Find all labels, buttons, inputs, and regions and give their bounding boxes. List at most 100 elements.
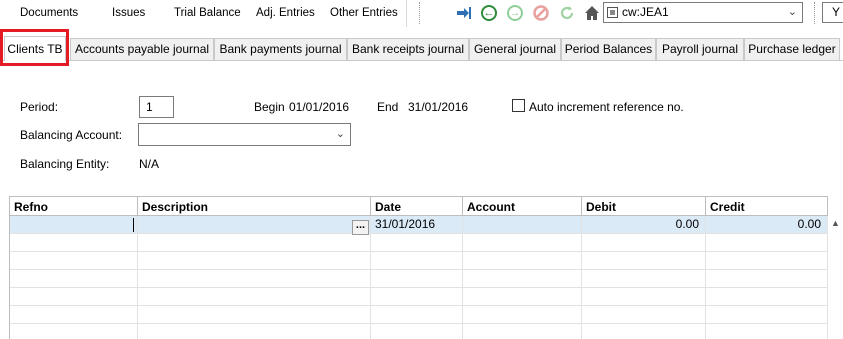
empty-cell[interactable] <box>10 270 138 288</box>
empty-cell[interactable] <box>706 324 828 339</box>
empty-cell[interactable] <box>463 270 582 288</box>
stop-icon[interactable] <box>532 4 550 22</box>
menu-divider <box>406 0 407 27</box>
tab-general-journal[interactable]: General journal <box>469 38 561 60</box>
chevron-down-icon: ⌄ <box>787 6 797 18</box>
empty-cell[interactable] <box>10 288 138 306</box>
tab-period-balances[interactable]: Period Balances <box>561 38 656 60</box>
journal-grid: Refno Description Date Account Debit Cre… <box>9 196 828 339</box>
cell-account[interactable] <box>463 216 582 234</box>
tab-clients-tb[interactable]: Clients TB <box>4 36 66 61</box>
toolbar-grip <box>419 2 428 24</box>
empty-cell[interactable] <box>138 270 371 288</box>
auto-increment-checkbox[interactable] <box>512 99 525 112</box>
column-header-description[interactable]: Description <box>138 196 371 216</box>
empty-cell[interactable] <box>582 234 706 252</box>
empty-row[interactable] <box>10 288 828 306</box>
empty-cell[interactable] <box>371 252 463 270</box>
cell-refno[interactable] <box>10 216 138 234</box>
begin-date: 01/01/2016 <box>289 100 350 114</box>
empty-cell[interactable] <box>10 324 138 339</box>
empty-cell[interactable] <box>371 270 463 288</box>
empty-cell[interactable] <box>138 252 371 270</box>
begin-label: Begin <box>254 100 285 114</box>
column-header-date[interactable]: Date <box>371 196 463 216</box>
empty-cell[interactable] <box>463 234 582 252</box>
balancing-account-label: Balancing Account: <box>20 128 123 142</box>
chevron-down-icon: ⌄ <box>335 128 345 140</box>
cell-credit[interactable]: 0.00 <box>706 216 828 234</box>
empty-cell[interactable] <box>582 324 706 339</box>
empty-cell[interactable] <box>371 234 463 252</box>
location-dropdown[interactable]: cw:JEA1 ⌄ <box>603 2 803 23</box>
menu-trial-balance[interactable]: Trial Balance <box>174 0 241 27</box>
cell-description[interactable] <box>138 216 371 234</box>
empty-cell[interactable] <box>582 306 706 324</box>
top-menu-bar: Documents Issues Trial Balance Adj. Entr… <box>0 0 843 28</box>
empty-cell[interactable] <box>706 288 828 306</box>
toolbar-grip-2 <box>814 2 819 24</box>
tab-accounts-payable-journal[interactable]: Accounts payable journal <box>70 38 214 60</box>
balancing-entity-value: N/A <box>139 157 160 171</box>
empty-cell[interactable] <box>371 288 463 306</box>
empty-cell[interactable] <box>706 270 828 288</box>
empty-cell[interactable] <box>706 234 828 252</box>
forward-icon[interactable]: → <box>506 4 524 22</box>
empty-row[interactable] <box>10 306 828 324</box>
import-arrow-icon[interactable] <box>455 4 473 22</box>
empty-cell[interactable] <box>138 288 371 306</box>
menu-issues[interactable]: Issues <box>112 0 145 27</box>
empty-row[interactable] <box>10 234 828 252</box>
menu-documents[interactable]: Documents <box>20 0 78 27</box>
empty-cell[interactable] <box>10 252 138 270</box>
empty-cell[interactable] <box>463 288 582 306</box>
location-value: cw:JEA1 <box>622 5 669 19</box>
column-header-account[interactable]: Account <box>463 196 582 216</box>
period-label: Period: <box>20 100 59 114</box>
menu-adj-entries[interactable]: Adj. Entries <box>256 0 315 27</box>
empty-cell[interactable] <box>463 252 582 270</box>
empty-cell[interactable] <box>463 306 582 324</box>
auto-increment-label: Auto increment reference no. <box>529 100 684 114</box>
cell-date[interactable]: 31/01/2016 <box>371 216 463 234</box>
refresh-icon[interactable] <box>558 4 576 22</box>
cell-debit[interactable]: 0.00 <box>582 216 706 234</box>
balancing-entity-label: Balancing Entity: <box>20 157 110 171</box>
tab-bank-receipts-journal[interactable]: Bank receipts journal <box>347 38 469 60</box>
scroll-up-arrow-icon[interactable]: ▲ <box>831 218 840 228</box>
secondary-field[interactable]: Y <box>822 2 843 23</box>
empty-cell[interactable] <box>371 324 463 339</box>
balancing-account-select[interactable]: ⌄ <box>138 123 351 146</box>
home-icon[interactable] <box>583 4 601 22</box>
column-header-credit[interactable]: Credit <box>706 196 828 216</box>
column-header-refno[interactable]: Refno <box>10 196 138 216</box>
period-input[interactable]: 1 <box>139 96 174 118</box>
empty-cell[interactable] <box>582 288 706 306</box>
tab-strip-border <box>0 60 843 61</box>
empty-row[interactable] <box>10 270 828 288</box>
empty-row[interactable] <box>10 252 828 270</box>
tab-payroll-journal[interactable]: Payroll journal <box>656 38 744 60</box>
text-cursor <box>133 218 134 232</box>
end-date: 31/01/2016 <box>408 100 469 114</box>
empty-cell[interactable] <box>582 252 706 270</box>
empty-cell[interactable] <box>582 270 706 288</box>
column-header-debit[interactable]: Debit <box>582 196 706 216</box>
empty-cell[interactable] <box>371 306 463 324</box>
empty-cell[interactable] <box>706 306 828 324</box>
back-icon[interactable]: ← <box>480 4 498 22</box>
empty-cell[interactable] <box>138 234 371 252</box>
empty-cell[interactable] <box>10 306 138 324</box>
description-lookup-button[interactable]: ... <box>352 220 369 235</box>
document-icon <box>607 7 618 18</box>
tab-bank-payments-journal[interactable]: Bank payments journal <box>214 38 347 60</box>
empty-cell[interactable] <box>706 252 828 270</box>
tab-purchase-ledger[interactable]: Purchase ledger <box>744 38 840 60</box>
empty-cell[interactable] <box>10 234 138 252</box>
empty-cell[interactable] <box>463 324 582 339</box>
end-label: End <box>377 100 399 114</box>
empty-row[interactable] <box>10 324 828 339</box>
menu-other-entries[interactable]: Other Entries <box>330 0 398 27</box>
empty-cell[interactable] <box>138 306 371 324</box>
empty-cell[interactable] <box>138 324 371 339</box>
